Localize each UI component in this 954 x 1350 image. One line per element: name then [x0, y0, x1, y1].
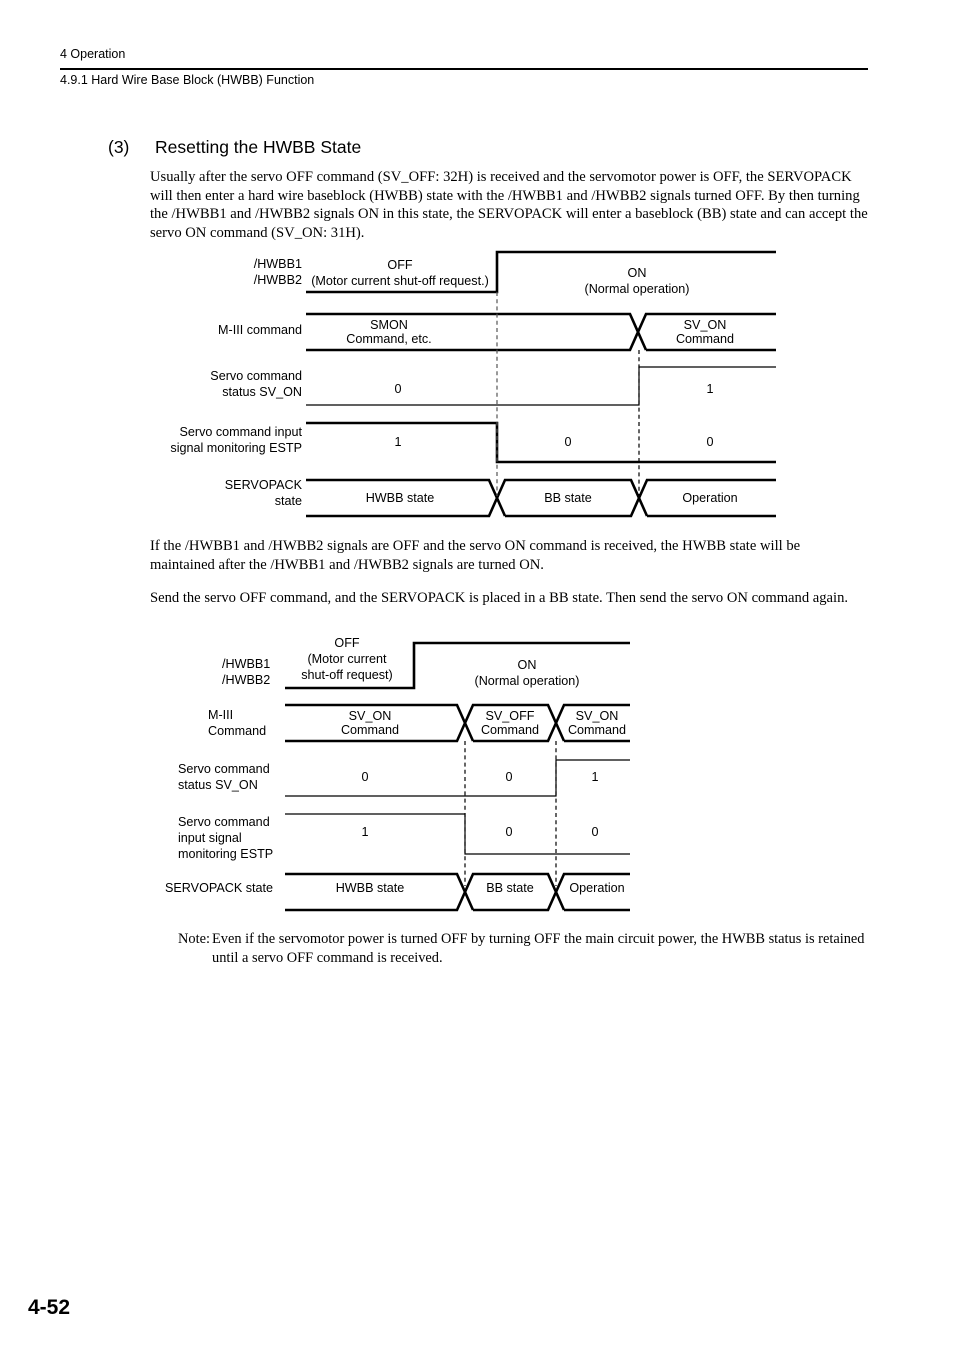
diagram2-estp-value1: 1: [361, 825, 368, 839]
diagram1-hwbb-label-line1: /HWBB1: [254, 257, 302, 271]
diagram2-estp-label-line3: monitoring ESTP: [178, 847, 273, 861]
diagram2-state-seg1: HWBB state: [336, 881, 405, 895]
diagram1-command-seg2-line1: SV_ON: [684, 318, 727, 332]
section-number: (3): [108, 137, 130, 157]
diagram1-estp-value1: 1: [394, 435, 401, 449]
diagram2-state-seg2: BB state: [486, 881, 534, 895]
timing-diagram-2: /HWBB1 /HWBB2 OFF (Motor current shut-of…: [0, 628, 954, 923]
diagram2-hwbb-label-line2: /HWBB2: [222, 673, 270, 687]
diagram1-hwbb-on-sub: (Normal operation): [585, 282, 690, 296]
diagram2-command-seg2-line1: SV_OFF: [486, 709, 535, 723]
intro-paragraph: Usually after the servo OFF command (SV_…: [150, 169, 868, 241]
header-chapter: 4 Operation: [60, 47, 126, 61]
diagram1-status-label-line2: status SV_ON: [222, 385, 302, 399]
diagram2-command-seg2-line2: Command: [481, 723, 539, 737]
diagram1-hwbb-off-sub: (Motor current shut-off request.): [311, 274, 489, 288]
diagram2-hwbb-off-sub2: shut-off request): [301, 668, 392, 682]
diagram2-estp-waveform: [285, 813, 630, 855]
diagram1-hwbb-off-title: OFF: [387, 258, 412, 272]
diagram2-estp-value2: 0: [505, 825, 512, 839]
header-divider: [60, 68, 868, 70]
diagram1-hwbb-label-line2: /HWBB2: [254, 273, 302, 287]
page-title: Resetting the HWBB State: [155, 137, 362, 157]
diagram2-command-seg1-line2: Command: [341, 723, 399, 737]
diagram2-status-waveform: [285, 759, 630, 797]
diagram1-state-seg1: HWBB state: [366, 491, 435, 505]
diagram1-estp-value2: 0: [564, 435, 571, 449]
diagram1-status-value-after: 1: [706, 382, 713, 396]
diagram1-state-seg3: Operation: [682, 491, 737, 505]
diagram2-status-value1: 0: [361, 770, 368, 784]
diagram1-command-seg2-line2: Command: [676, 332, 734, 346]
diagram2-hwbb-off-sub1: (Motor current: [307, 652, 387, 666]
diagram2-hwbb-label-line1: /HWBB1: [222, 657, 270, 671]
diagram2-estp-value3: 0: [591, 825, 598, 839]
diagram2-state-label: SERVOPACK state: [165, 881, 273, 895]
timing-diagram-1: /HWBB1 /HWBB2 OFF (Motor current shut-of…: [0, 246, 954, 531]
diagram2-command-seg3-line2: Command: [568, 723, 626, 737]
page-number: 4-52: [28, 1296, 71, 1319]
diagram2-hwbb-on-sub: (Normal operation): [475, 674, 580, 688]
diagram2-estp-label-line1: Servo command: [178, 815, 270, 829]
diagram2-hwbb-on-title: ON: [518, 658, 537, 672]
diagram2-state-seg3: Operation: [569, 881, 624, 895]
diagram2-status-value2: 0: [505, 770, 512, 784]
note-label: Note:: [178, 931, 210, 947]
diagram2-estp-label-line2: input signal: [178, 831, 242, 845]
diagram2-command-seg1-line1: SV_ON: [349, 709, 392, 723]
diagram1-command-seg1-line2: Command, etc.: [346, 332, 431, 346]
note-block: Note: Even if the servomotor power is tu…: [178, 930, 868, 967]
diagram1-command-label: M-III command: [218, 323, 302, 337]
diagram1-state-seg2: BB state: [544, 491, 592, 505]
diagram2-status-label-line1: Servo command: [178, 762, 270, 776]
diagram2-status-value3: 1: [591, 770, 598, 784]
note-body: Even if the servomotor power is turned O…: [212, 931, 865, 966]
diagram2-hwbb-off-title: OFF: [334, 636, 359, 650]
diagram1-status-label-line1: Servo command: [210, 369, 302, 383]
header-section: 4.9.1 Hard Wire Base Block (HWBB) Functi…: [60, 73, 315, 87]
diagram1-command-seg1-line1: SMON: [370, 318, 408, 332]
diagram1-state-label-line1: SERVOPACK: [225, 478, 303, 492]
document-page: 4 Operation 4.9.1 Hard Wire Base Block (…: [0, 0, 954, 1350]
diagram1-estp-value3: 0: [706, 435, 713, 449]
diagram2-command-label-line2: Command: [208, 724, 266, 738]
diagram1-state-label-line2: state: [275, 494, 302, 508]
diagram1-estp-label-line2: signal monitoring ESTP: [170, 441, 302, 455]
diagram2-command-seg3-line1: SV_ON: [576, 709, 619, 723]
diagram2-command-label-line1: M-III: [208, 708, 233, 722]
mid-paragraph-2: Send the servo OFF command, and the SERV…: [150, 590, 849, 606]
diagram1-status-value-before: 0: [394, 382, 401, 396]
diagram1-estp-label-line1: Servo command input: [179, 425, 302, 439]
diagram2-status-label-line2: status SV_ON: [178, 778, 258, 792]
mid-paragraph-1: If the /HWBB1 and /HWBB2 signals are OFF…: [150, 538, 801, 573]
diagram1-hwbb-on-title: ON: [628, 266, 647, 280]
